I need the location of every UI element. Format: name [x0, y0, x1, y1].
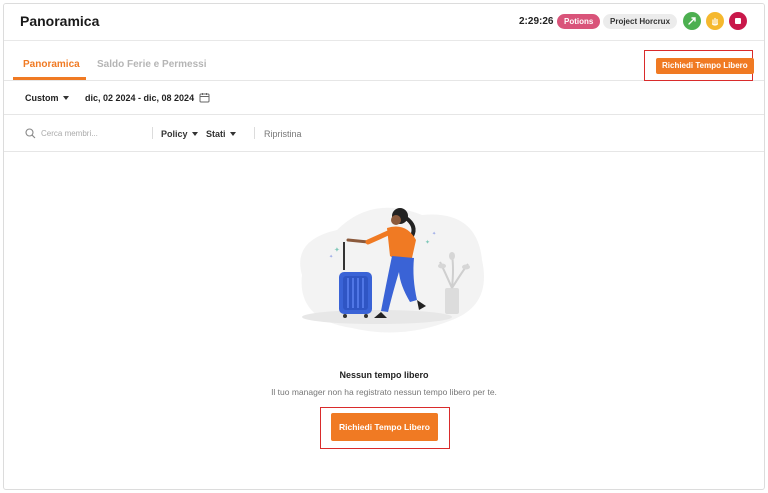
range-mode-dropdown[interactable]: Custom	[25, 93, 69, 103]
caret-down-icon	[62, 96, 69, 100]
status-label: Stati	[206, 129, 226, 139]
hand-icon	[711, 17, 719, 26]
top-bar: Panoramica 2:29:26 Potions Project Horcr…	[4, 4, 764, 41]
reset-filters-button[interactable]: Ripristina	[264, 129, 302, 139]
timer-display: 2:29:26	[519, 16, 554, 27]
page-title: Panoramica	[20, 13, 100, 29]
traveler-illustration: ✦ ✦ ✦ ✦	[300, 207, 484, 333]
caret-down-icon	[229, 132, 236, 136]
policy-dropdown[interactable]: Policy	[161, 129, 198, 139]
date-filter-bar: Custom dic, 02 2024 - dic, 08 2024	[4, 82, 764, 115]
svg-text:✦: ✦	[334, 246, 340, 254]
filter-bar: Policy Stati Ripristina	[4, 116, 764, 152]
range-mode-label: Custom	[25, 93, 59, 103]
task-badge[interactable]: Project Horcrux	[603, 14, 678, 29]
project-badge[interactable]: Potions	[557, 14, 601, 29]
svg-text:✦: ✦	[329, 254, 333, 260]
empty-state-title: Nessun tempo libero	[339, 370, 429, 380]
pause-button[interactable]	[706, 12, 724, 30]
policy-label: Policy	[161, 129, 188, 139]
status-dropdown[interactable]: Stati	[206, 129, 236, 139]
app-window: Panoramica 2:29:26 Potions Project Horcr…	[3, 3, 765, 490]
search-members-input[interactable]	[41, 126, 141, 140]
tab-bar: Panoramica Saldo Ferie e Permessi Richie…	[4, 42, 764, 81]
calendar-icon[interactable]	[199, 92, 210, 103]
svg-text:✦: ✦	[425, 239, 430, 246]
start-timer-button[interactable]	[683, 12, 701, 30]
active-tab-indicator	[13, 77, 86, 80]
stop-icon	[735, 18, 741, 24]
request-time-off-button[interactable]: Richiedi Tempo Libero	[331, 413, 438, 441]
svg-text:✦: ✦	[432, 231, 436, 237]
date-range-label[interactable]: dic, 02 2024 - dic, 08 2024	[85, 93, 194, 103]
tab-balance[interactable]: Saldo Ferie e Permessi	[97, 59, 207, 70]
divider	[152, 127, 153, 139]
caret-down-icon	[191, 132, 198, 136]
search-icon	[25, 128, 36, 139]
request-time-off-button-top[interactable]: Richiedi Tempo Libero	[656, 58, 754, 74]
arrows-icon	[688, 17, 696, 25]
divider	[254, 127, 255, 139]
empty-state-subtitle: Il tuo manager non ha registrato nessun …	[271, 387, 497, 397]
stop-button[interactable]	[729, 12, 747, 30]
tab-overview[interactable]: Panoramica	[23, 59, 80, 70]
